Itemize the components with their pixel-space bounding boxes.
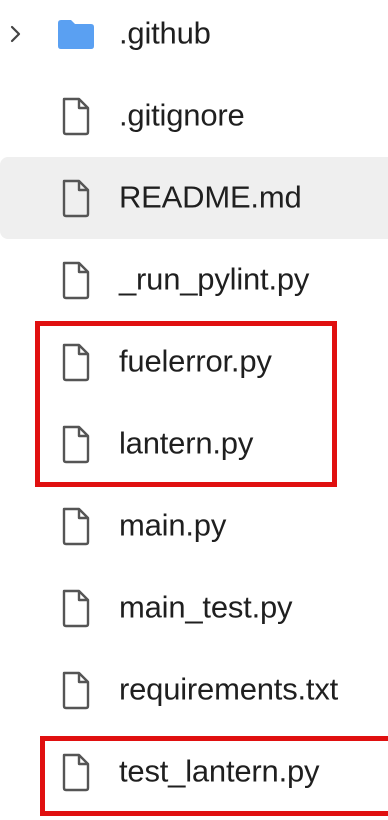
file-tree: .github .gitignore README.md _run_pylint… xyxy=(0,0,388,820)
file-icon xyxy=(56,260,96,300)
file-icon xyxy=(56,506,96,546)
tree-item-label: main_test.py xyxy=(119,589,293,625)
tree-item-label: test_lantern.py xyxy=(119,753,320,789)
tree-item-file[interactable]: main_test.py xyxy=(0,567,388,649)
file-icon xyxy=(56,670,96,710)
tree-item-label: requirements.txt xyxy=(119,671,339,707)
tree-item-file[interactable]: lantern.py xyxy=(0,403,388,485)
file-icon xyxy=(56,588,96,628)
tree-item-label: .gitignore xyxy=(119,97,245,133)
tree-item-file-selected[interactable]: README.md xyxy=(0,157,388,239)
tree-item-github-folder[interactable]: .github xyxy=(0,0,388,75)
tree-item-label: README.md xyxy=(119,179,302,215)
tree-item-file[interactable]: test_lantern.py xyxy=(0,731,388,813)
tree-item-label: _run_pylint.py xyxy=(119,261,310,297)
file-icon xyxy=(56,96,96,136)
tree-item-file[interactable]: fuelerror.py xyxy=(0,321,388,403)
file-icon xyxy=(56,342,96,382)
tree-item-label: main.py xyxy=(119,507,227,543)
tree-item-file[interactable]: requirements.txt xyxy=(0,649,388,731)
tree-item-label: lantern.py xyxy=(119,425,254,461)
tree-item-label: fuelerror.py xyxy=(119,343,272,379)
tree-item-label: .github xyxy=(119,15,211,51)
file-icon xyxy=(56,752,96,792)
chevron-right-icon[interactable] xyxy=(4,23,26,45)
file-icon xyxy=(56,424,96,464)
tree-item-file[interactable]: .gitignore xyxy=(0,75,388,157)
tree-item-file[interactable]: main.py xyxy=(0,485,388,567)
file-icon xyxy=(56,178,96,218)
tree-item-file[interactable]: _run_pylint.py xyxy=(0,239,388,321)
folder-icon xyxy=(56,14,96,54)
